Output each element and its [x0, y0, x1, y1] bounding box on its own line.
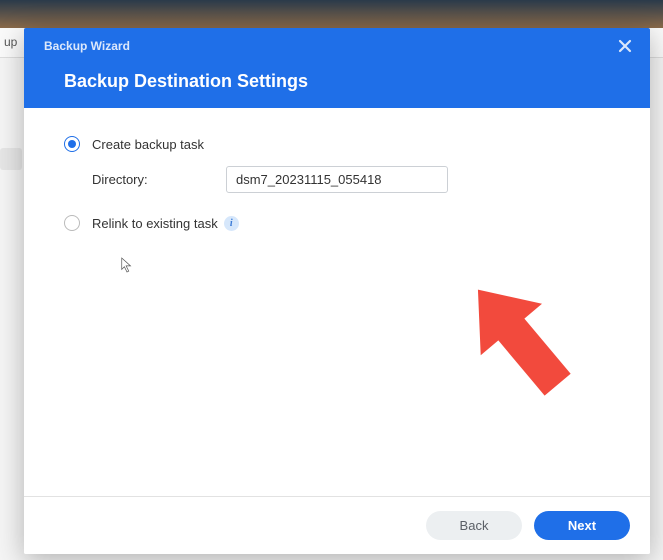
modal-body: Create backup task Directory: Relink to …: [24, 108, 650, 496]
option-relink-task[interactable]: Relink to existing task i: [64, 215, 618, 231]
directory-label: Directory:: [92, 172, 226, 187]
modal-header: Backup Wizard Backup Destination Setting…: [24, 28, 650, 108]
modal-footer: Back Next: [24, 496, 650, 554]
info-icon[interactable]: i: [224, 216, 239, 231]
next-button[interactable]: Next: [534, 511, 630, 540]
background-banner: [0, 0, 663, 28]
modal-title-large: Backup Destination Settings: [64, 71, 630, 92]
background-tab-right: [649, 28, 663, 58]
cursor-icon: [120, 256, 134, 274]
directory-row: Directory:: [92, 166, 618, 193]
option-create-backup[interactable]: Create backup task: [64, 136, 618, 152]
close-button[interactable]: [614, 37, 636, 59]
close-icon: [618, 39, 632, 53]
radio-create-backup[interactable]: [64, 136, 80, 152]
background-tab-fragment: up: [0, 28, 24, 58]
directory-input[interactable]: [226, 166, 448, 193]
background-sidebar-item: [0, 148, 22, 170]
backup-wizard-modal: Backup Wizard Backup Destination Setting…: [24, 28, 650, 554]
option-create-label: Create backup task: [92, 137, 204, 152]
back-button[interactable]: Back: [426, 511, 522, 540]
radio-relink-task[interactable]: [64, 215, 80, 231]
arrow-pointer-icon: [446, 266, 596, 416]
modal-title-small: Backup Wizard: [44, 39, 630, 53]
option-relink-label: Relink to existing task: [92, 216, 218, 231]
